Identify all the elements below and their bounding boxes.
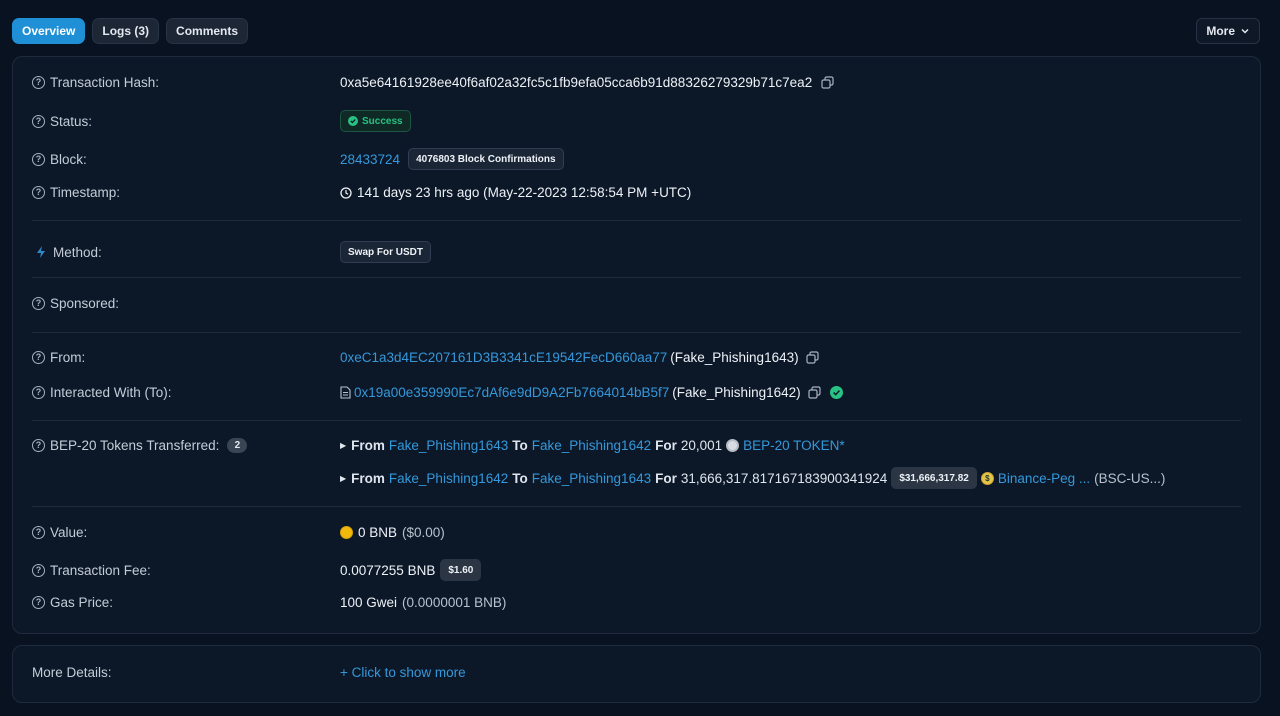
row-gas-price: ? Gas Price: 100 Gwei (0.0000001 BNB): [32, 595, 1241, 610]
transfer-from-link[interactable]: Fake_Phishing1642: [389, 471, 508, 486]
divider: [32, 277, 1241, 278]
tab-comments[interactable]: Comments: [166, 18, 249, 44]
check-circle-icon: [348, 116, 358, 126]
divider: [32, 220, 1241, 221]
token-transfer-item: ▶ From Fake_Phishing1642 To Fake_Phishin…: [340, 467, 1165, 489]
clock-icon: [340, 186, 352, 199]
row-transaction-fee: ? Transaction Fee: 0.0077255 BNB $1.60: [32, 559, 1241, 581]
help-circle-icon[interactable]: ?: [32, 596, 45, 609]
copy-icon[interactable]: [806, 351, 819, 364]
lightning-icon[interactable]: [34, 245, 48, 259]
gas-price-amount: 100 Gwei: [340, 595, 398, 610]
transaction-overview-card: ? Transaction Hash: 0xa5e64161928ee40f6af…: [12, 56, 1261, 634]
row-transaction-hash: ? Transaction Hash: 0xa5e64161928ee40f6af…: [32, 75, 1241, 90]
transfer-amount: 31,666,317.817167183900341924: [680, 470, 888, 486]
row-tokens-transferred: ? BEP-20 Tokens Transferred: 2 ▶ From Fake…: [32, 438, 1241, 489]
label-transaction-fee: Transaction Fee:: [50, 562, 151, 578]
label-timestamp: Timestamp:: [50, 185, 121, 200]
caret-right-icon[interactable]: ▶: [340, 441, 346, 450]
label-gas-price: Gas Price:: [50, 595, 114, 610]
help-circle-icon[interactable]: ?: [32, 297, 45, 310]
help-circle-icon[interactable]: ?: [32, 186, 45, 199]
usdt-logo-icon: $: [980, 471, 994, 485]
from-address-name: (Fake_Phishing1643): [670, 350, 799, 365]
transfer-amount: 20,001: [680, 438, 723, 453]
help-circle-icon[interactable]: ?: [32, 152, 45, 166]
token-logo-icon: [726, 439, 740, 452]
label-status: Status:: [50, 113, 93, 129]
more-details-card: More Details: + Click to show more: [12, 645, 1261, 703]
label-value: Value:: [50, 525, 88, 540]
label-sponsored: Sponsored:: [50, 296, 120, 311]
label-from: From:: [50, 350, 86, 365]
block-number-link[interactable]: 28433724: [340, 152, 400, 167]
divider: [32, 420, 1241, 421]
block-confirmations-badge: 4076803 Block Confirmations: [408, 148, 564, 170]
tab-bar: Overview Logs (3) Comments: [12, 18, 249, 44]
label-interacted-with: Interacted With (To):: [50, 385, 172, 400]
bnb-coin-icon: [340, 526, 353, 539]
copy-icon[interactable]: [808, 386, 821, 399]
transfer-from-link[interactable]: Fake_Phishing1643: [389, 438, 508, 453]
row-status: ? Status: Success: [32, 110, 1241, 132]
divider: [32, 506, 1241, 507]
row-timestamp: ? Timestamp: 141 days 23 hrs ago (May-22-…: [32, 185, 1241, 200]
from-address-link[interactable]: 0xeC1a3d4EC207161D3B3341cE19542FecD660aa…: [340, 350, 667, 365]
label-transaction-hash: Transaction Hash:: [50, 75, 160, 90]
row-method: Method: Swap For USDT: [32, 241, 1241, 263]
token-transfer-item: ▶ From Fake_Phishing1643 To Fake_Phishin…: [340, 438, 845, 453]
label-more-details: More Details:: [32, 665, 112, 680]
gas-price-detail: (0.0000001 BNB): [402, 595, 507, 610]
help-circle-icon[interactable]: ?: [32, 439, 45, 452]
more-button[interactable]: More: [1196, 18, 1260, 44]
chevron-down-icon: [1241, 28, 1249, 34]
fee-usd-badge: $1.60: [440, 559, 482, 581]
help-circle-icon[interactable]: ?: [32, 76, 45, 89]
row-value: ? Value: 0 BNB ($0.00): [32, 525, 1241, 540]
row-more-details: More Details: + Click to show more: [32, 665, 1241, 680]
status-badge: Success: [340, 110, 411, 132]
label-tokens-transferred: BEP-20 Tokens Transferred:: [50, 438, 220, 453]
usd-value-badge: $31,666,317.82: [891, 467, 977, 489]
tab-logs[interactable]: Logs (3): [92, 18, 160, 44]
caret-right-icon[interactable]: ▶: [340, 474, 346, 483]
row-block: ? Block: 28433724 4076803 Block Confirmat…: [32, 148, 1241, 170]
help-circle-icon[interactable]: ?: [32, 351, 45, 364]
to-address-name: (Fake_Phishing1642): [672, 385, 801, 400]
help-circle-icon[interactable]: ?: [32, 563, 45, 577]
label-block: Block:: [50, 151, 87, 167]
help-circle-icon[interactable]: ?: [32, 386, 45, 399]
transfer-to-link[interactable]: Fake_Phishing1643: [532, 471, 651, 486]
token-link[interactable]: Binance-Peg ...: [998, 471, 1090, 486]
verified-check-icon: [829, 386, 843, 399]
more-button-label: More: [1206, 24, 1235, 38]
help-circle-icon[interactable]: ?: [32, 526, 45, 539]
row-from: ? From: 0xeC1a3d4EC207161D3B3341cE19542Fe…: [32, 350, 1241, 365]
method-badge: Swap For USDT: [340, 241, 432, 263]
timestamp-value: 141 days 23 hrs ago (May-22-2023 12:58:5…: [357, 185, 692, 200]
token-link[interactable]: BEP-20 TOKEN*: [743, 438, 845, 453]
label-method: Method:: [53, 244, 102, 260]
transfer-to-link[interactable]: Fake_Phishing1642: [532, 438, 651, 453]
token-symbol: (BSC-US...): [1094, 470, 1166, 486]
copy-icon[interactable]: [821, 76, 834, 89]
value-amount: 0 BNB: [358, 525, 398, 540]
row-sponsored: ? Sponsored:: [32, 296, 1241, 311]
tab-overview[interactable]: Overview: [12, 18, 86, 44]
row-interacted-with: ? Interacted With (To): 0x19a00e359990Ec7…: [32, 385, 1241, 400]
to-address-link[interactable]: 0x19a00e359990Ec7dAf6e9dD9A2Fb7664014bB5…: [354, 385, 669, 400]
value-usd: ($0.00): [402, 525, 445, 540]
token-transfer-count-badge: 2: [227, 438, 248, 453]
transaction-hash-value: 0xa5e64161928ee40f6af02a32fc5c1fb9efa05c…: [340, 75, 813, 90]
help-circle-icon[interactable]: ?: [32, 114, 45, 128]
contract-file-icon: [340, 386, 351, 399]
fee-amount: 0.0077255 BNB: [340, 562, 436, 578]
divider: [32, 332, 1241, 333]
show-more-link[interactable]: + Click to show more: [340, 665, 466, 680]
